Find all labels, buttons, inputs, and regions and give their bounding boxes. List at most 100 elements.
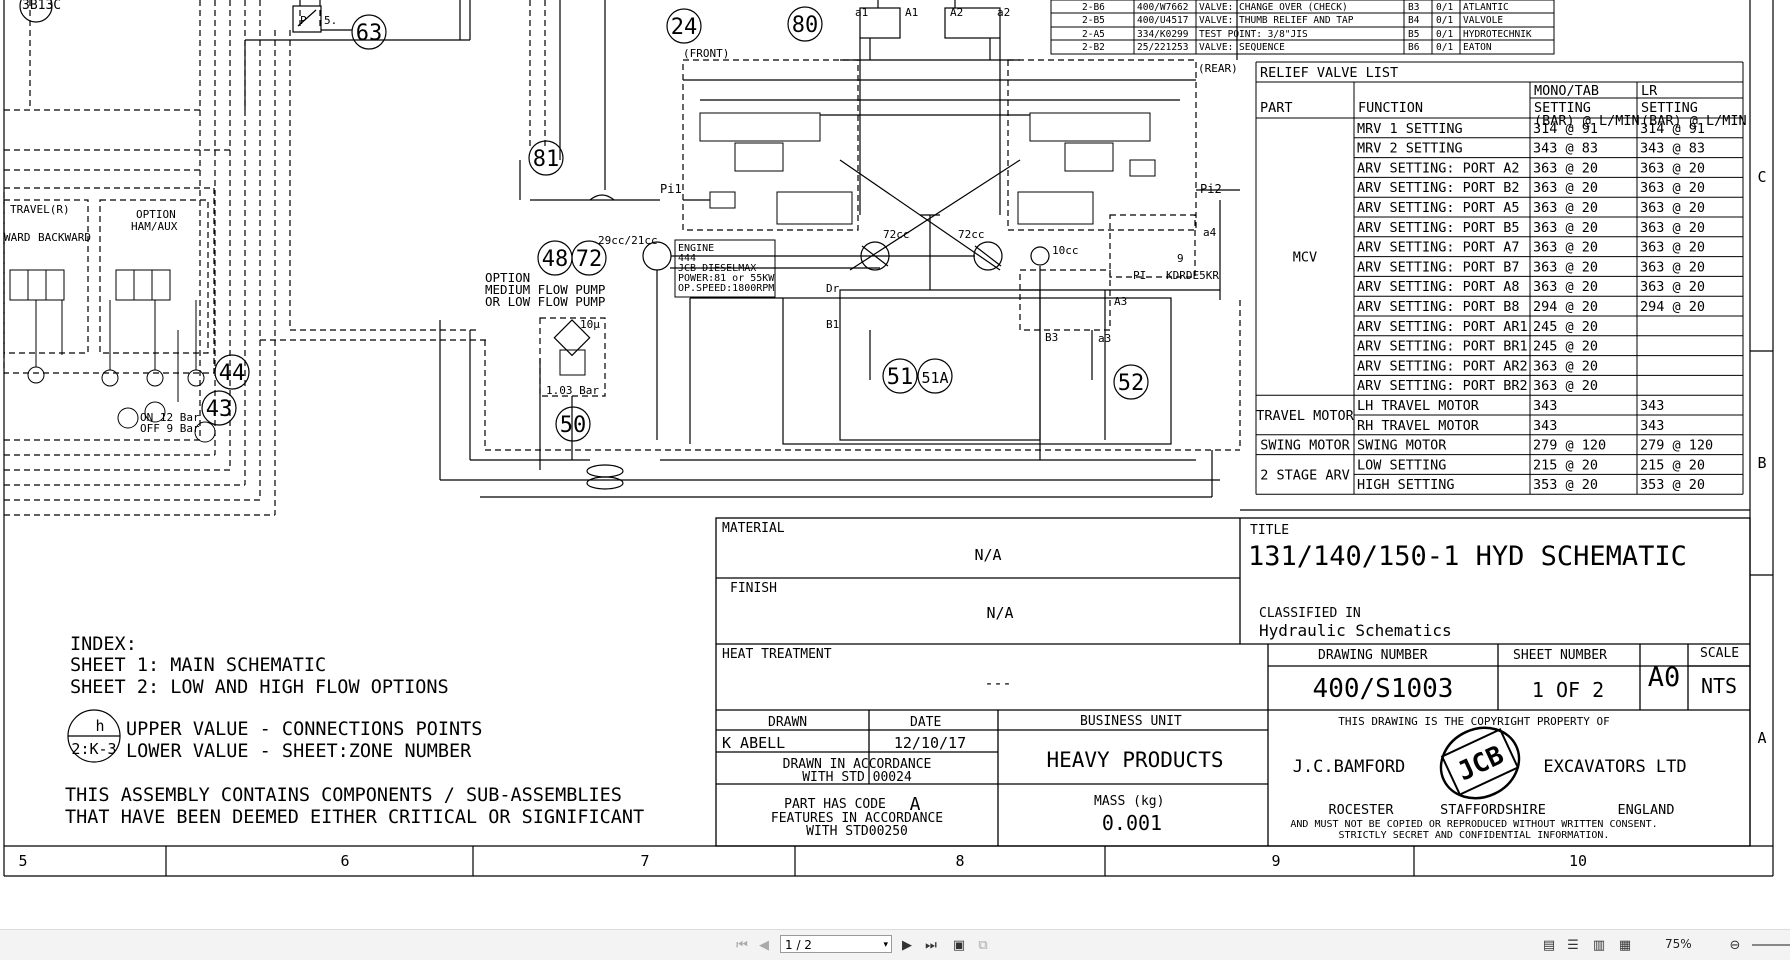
chevron-down-icon[interactable]: ▾ <box>883 936 888 954</box>
page-number-value: 1 / 2 <box>785 938 812 952</box>
material-label: MATERIAL <box>722 521 785 536</box>
classified-label: CLASSIFIED IN <box>1259 606 1361 621</box>
label-b3: B3 <box>1045 331 1058 344</box>
label-A2: A2 <box>950 6 963 19</box>
relief-table-title: RELIEF VALVE LIST <box>1260 65 1398 81</box>
relief-row-function: LOW SETTING <box>1357 457 1446 473</box>
relief-row-mono: 363 @ 20 <box>1533 180 1598 196</box>
document-viewport[interactable]: 63 24 80 81 48 72 51 51A 52 50 44 43 3B1… <box>0 0 1790 913</box>
copy-pages-icon[interactable]: ⧉ <box>974 936 992 954</box>
label-backward: BACKWARD <box>38 231 91 244</box>
legend-symbol-bottom: 2:K-3 <box>71 740 116 758</box>
relief-col-lr: LR <box>1641 83 1658 99</box>
zoom-level[interactable]: 75% <box>1665 937 1692 951</box>
relief-row-function: HIGH SETTING <box>1357 477 1455 493</box>
zone-letter-a: A <box>1757 729 1766 747</box>
label-option-ham2: HAM/AUX <box>131 220 178 233</box>
relief-row-lr: 343 <box>1640 398 1664 414</box>
copyright-line: THIS DRAWING IS THE COPYRIGHT PROPERTY O… <box>1338 715 1610 728</box>
relief-row-function: ARV SETTING: PORT B8 <box>1357 299 1520 315</box>
label-travel-r: TRAVEL(R) <box>10 203 70 216</box>
last-page-icon[interactable]: ⏭ <box>922 936 940 954</box>
relief-row-function: ARV SETTING: PORT AR2 <box>1357 358 1528 374</box>
relief-row-lr: 363 @ 20 <box>1640 240 1705 256</box>
hydraulic-schematic-drawing: 63 24 80 81 48 72 51 51A 52 50 44 43 3B1… <box>3 0 1774 877</box>
zoom-out-icon[interactable]: ⊖ <box>1726 936 1744 954</box>
page-thumbnails-icon[interactable]: ▣ <box>950 936 968 954</box>
sheet-number: 1 OF 2 <box>1532 678 1604 702</box>
scale-value: NTS <box>1701 674 1737 698</box>
single-page-view-icon[interactable]: ▤ <box>1540 936 1558 954</box>
label-b1: B1 <box>826 318 839 331</box>
relief-row-lr: 294 @ 20 <box>1640 299 1705 315</box>
relief-row-lr: 343 @ 83 <box>1640 141 1705 157</box>
label-9: 9 <box>1177 252 1184 265</box>
parts-row2-zone: 2-B5 <box>1082 15 1105 26</box>
first-page-icon[interactable]: ⏮ <box>733 936 751 954</box>
relief-row-lr: 363 @ 20 <box>1640 279 1705 295</box>
relief-valve-table: RELIEF VALVE LIST PART FUNCTION MONO/TAB LR S… <box>1255 61 1747 495</box>
page-number-field[interactable]: 1 / 2 ▾ <box>780 935 892 953</box>
drawn-label: DRAWN <box>768 715 807 730</box>
label-pump-cc: 29cc/21cc <box>598 234 658 247</box>
address-rocester: ROCESTER <box>1328 802 1394 818</box>
parts-row3-zone: 2-A5 <box>1082 29 1105 40</box>
relief-row-mono: 215 @ 20 <box>1533 457 1598 473</box>
parts-row2-b: B4 <box>1408 15 1420 26</box>
zone-letter-c: C <box>1757 168 1766 186</box>
label-10cc: 10cc <box>1052 244 1079 257</box>
parts-row4-b: B6 <box>1408 42 1420 53</box>
parts-row2-mfr: VALVOLE <box>1463 15 1503 26</box>
callout-80: 80 <box>792 13 819 38</box>
callout-81: 81 <box>533 147 560 172</box>
two-page-view-icon[interactable]: ▥ <box>1590 936 1608 954</box>
label-kdrde5kr: KDRDE5KR <box>1166 269 1219 282</box>
mass-value: 0.001 <box>1102 811 1162 835</box>
parts-row4-mfr: EATON <box>1463 42 1492 53</box>
relief-row-mono: 294 @ 20 <box>1533 299 1598 315</box>
zoom-slider[interactable] <box>1752 944 1790 946</box>
index-title: INDEX: <box>70 634 137 655</box>
relief-row-function: ARV SETTING: PORT B2 <box>1357 180 1520 196</box>
relief-row-function: ARV SETTING: PORT A5 <box>1357 200 1520 216</box>
accordance-line-2: WITH STD 00024 <box>802 770 912 785</box>
callout-48: 48 <box>542 247 569 272</box>
parts-row3-num: 334/K0299 <box>1137 29 1189 40</box>
two-page-continuous-icon[interactable]: ▦ <box>1616 936 1634 954</box>
index-sheet-2: SHEET 2: LOW AND HIGH FLOW OPTIONS <box>70 677 449 698</box>
relief-row-function: ARV SETTING: PORT AR1 <box>1357 319 1528 335</box>
previous-page-icon[interactable]: ◀ <box>755 936 773 954</box>
next-page-icon[interactable]: ▶ <box>898 936 916 954</box>
relief-row-lr: 363 @ 20 <box>1640 259 1705 275</box>
label-p: P <box>300 14 307 27</box>
index-sheet-1: SHEET 1: MAIN SCHEMATIC <box>70 655 326 676</box>
label-filter-bar: 1.03 Bar <box>546 384 599 397</box>
mass-label: MASS (kg) <box>1094 794 1164 809</box>
relief-row-mono: 343 <box>1533 398 1557 414</box>
relief-col-mono: MONO/TAB <box>1534 83 1599 99</box>
relief-row-lr: 343 <box>1640 418 1664 434</box>
label-ward: WARD <box>4 231 31 244</box>
business-unit-value: HEAVY PRODUCTS <box>1046 748 1223 772</box>
heat-treatment-value: --- <box>984 674 1011 692</box>
date-value: 12/10/17 <box>894 734 966 752</box>
relief-col-part: PART <box>1260 100 1293 116</box>
relief-row-function: LH TRAVEL MOTOR <box>1357 398 1480 414</box>
label-a3-lower: a3 <box>1098 332 1111 345</box>
finish-value: N/A <box>986 604 1013 622</box>
company-left: J.C.BAMFORD <box>1293 757 1406 777</box>
relief-row-function: SWING MOTOR <box>1357 438 1447 454</box>
relief-row-mono: 363 @ 20 <box>1533 240 1598 256</box>
parts-row4-desc: VALVE: SEQUENCE <box>1199 42 1285 53</box>
viewer-status-bar: ⏮ ◀ 1 / 2 ▾ ▶ ⏭ ▣ ⧉ ▤ ☰ ▥ ▦ 75% ⊖ <box>0 929 1790 960</box>
continuous-view-icon[interactable]: ☰ <box>1564 936 1582 954</box>
relief-group-part: SWING MOTOR <box>1260 438 1350 454</box>
relief-group-part: MCV <box>1293 250 1317 266</box>
relief-row-mono: 363 @ 20 <box>1533 279 1598 295</box>
callout-50: 50 <box>560 413 587 438</box>
parts-row3-b: B5 <box>1408 29 1419 40</box>
engine-line-5: OP.SPEED:1800RPM <box>678 283 774 294</box>
relief-row-mono: 353 @ 20 <box>1533 477 1598 493</box>
relief-row-mono: 343 <box>1533 418 1557 434</box>
relief-row-function: ARV SETTING: PORT BR2 <box>1357 378 1528 394</box>
